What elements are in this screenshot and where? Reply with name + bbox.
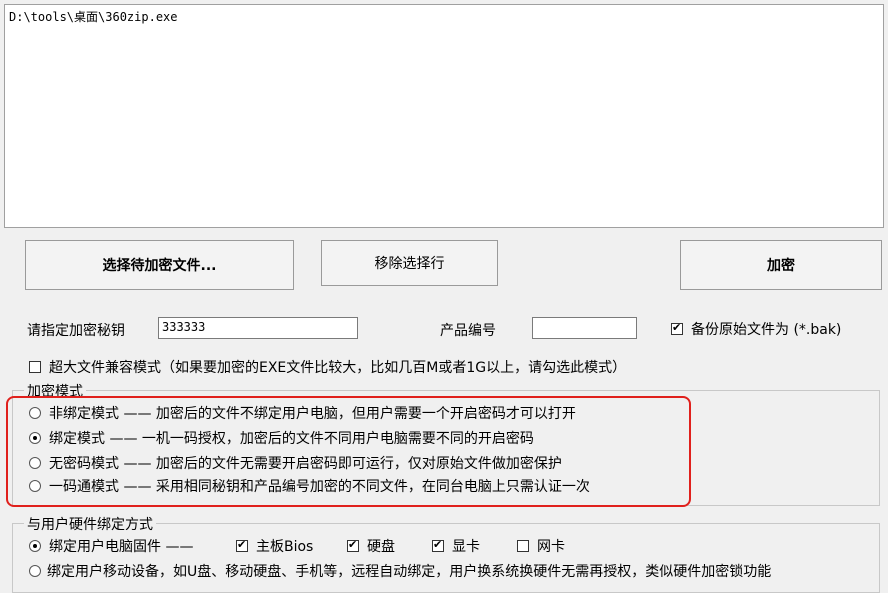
hw-gpu-option[interactable]: 显卡 <box>432 536 480 556</box>
file-list[interactable]: D:\tools\桌面\360zip.exe <box>4 4 884 228</box>
firmware-label: 绑定用户电脑固件 —— <box>49 539 194 555</box>
file-list-item[interactable]: D:\tools\桌面\360zip.exe <box>9 8 879 25</box>
mobile-label: 绑定用户移动设备，如U盘、移动硬盘、手机等，远程自动绑定，用户换系统换硬件无需再… <box>47 564 772 580</box>
hw-nic-option[interactable]: 网卡 <box>517 536 565 556</box>
mode-label-nopassword: 无密码模式 —— 加密后的文件无需要开启密码即可运行，仅对原始文件做加密保护 <box>49 456 562 472</box>
large-file-checkbox[interactable] <box>29 361 41 373</box>
firmware-radio[interactable] <box>29 540 41 552</box>
mode-radio-nopassword[interactable] <box>29 457 41 469</box>
mode-radio-bound[interactable] <box>29 432 41 444</box>
mode-option-bound[interactable]: 绑定模式 —— 一机一码授权，加密后的文件不同用户电脑需要不同的开启密码 <box>29 428 534 448</box>
backup-checkbox[interactable] <box>671 321 683 335</box>
mode-label-unbound: 非绑定模式 —— 加密后的文件不绑定用户电脑，但用户需要一个开启密码才可以打开 <box>49 406 576 422</box>
hw-bios-option[interactable]: 主板Bios <box>236 536 313 556</box>
large-file-label: 超大文件兼容模式（如果要加密的EXE文件比较大，比如几百M或者1G以上，请勾选此… <box>49 360 627 376</box>
hw-nic-label: 网卡 <box>537 539 565 555</box>
product-label: 产品编号 <box>440 323 496 339</box>
remove-row-button[interactable]: 移除选择行 <box>321 240 498 286</box>
large-file-option[interactable]: 超大文件兼容模式（如果要加密的EXE文件比较大，比如几百M或者1G以上，请勾选此… <box>29 357 626 377</box>
hw-nic-checkbox[interactable] <box>517 540 529 552</box>
encrypt-button[interactable]: 加密 <box>680 240 882 290</box>
mode-label-onecode: 一码通模式 —— 采用相同秘钥和产品编号加密的不同文件，在同台电脑上只需认证一次 <box>49 479 590 495</box>
mobile-radio[interactable] <box>29 565 41 577</box>
hardware-title: 与用户硬件绑定方式 <box>24 514 156 534</box>
hw-gpu-label: 显卡 <box>452 539 480 555</box>
hw-disk-label: 硬盘 <box>367 539 395 555</box>
product-input[interactable] <box>532 317 637 339</box>
hw-disk-checkbox[interactable] <box>347 538 359 552</box>
key-input[interactable]: 333333 <box>158 317 358 339</box>
mode-label-bound: 绑定模式 —— 一机一码授权，加密后的文件不同用户电脑需要不同的开启密码 <box>49 431 534 447</box>
hw-disk-option[interactable]: 硬盘 <box>347 536 395 556</box>
backup-label: 备份原始文件为 (*.bak) <box>691 322 842 338</box>
backup-option[interactable]: 备份原始文件为 (*.bak) <box>671 319 841 339</box>
key-label: 请指定加密秘钥 <box>27 323 125 339</box>
hardware-firmware-option[interactable]: 绑定用户电脑固件 —— <box>29 536 193 556</box>
mode-option-nopassword[interactable]: 无密码模式 —— 加密后的文件无需要开启密码即可运行，仅对原始文件做加密保护 <box>29 453 562 473</box>
mode-option-onecode[interactable]: 一码通模式 —— 采用相同秘钥和产品编号加密的不同文件，在同台电脑上只需认证一次 <box>29 476 590 496</box>
mode-radio-onecode[interactable] <box>29 480 41 492</box>
mode-option-unbound[interactable]: 非绑定模式 —— 加密后的文件不绑定用户电脑，但用户需要一个开启密码才可以打开 <box>29 403 576 423</box>
select-files-button[interactable]: 选择待加密文件... <box>25 240 294 290</box>
mode-radio-unbound[interactable] <box>29 407 41 419</box>
hardware-mobile-option[interactable]: 绑定用户移动设备，如U盘、移动硬盘、手机等，远程自动绑定，用户换系统换硬件无需再… <box>29 561 771 581</box>
hw-bios-checkbox[interactable] <box>236 538 248 552</box>
hw-gpu-checkbox[interactable] <box>432 538 444 552</box>
hw-bios-label: 主板Bios <box>256 539 314 555</box>
